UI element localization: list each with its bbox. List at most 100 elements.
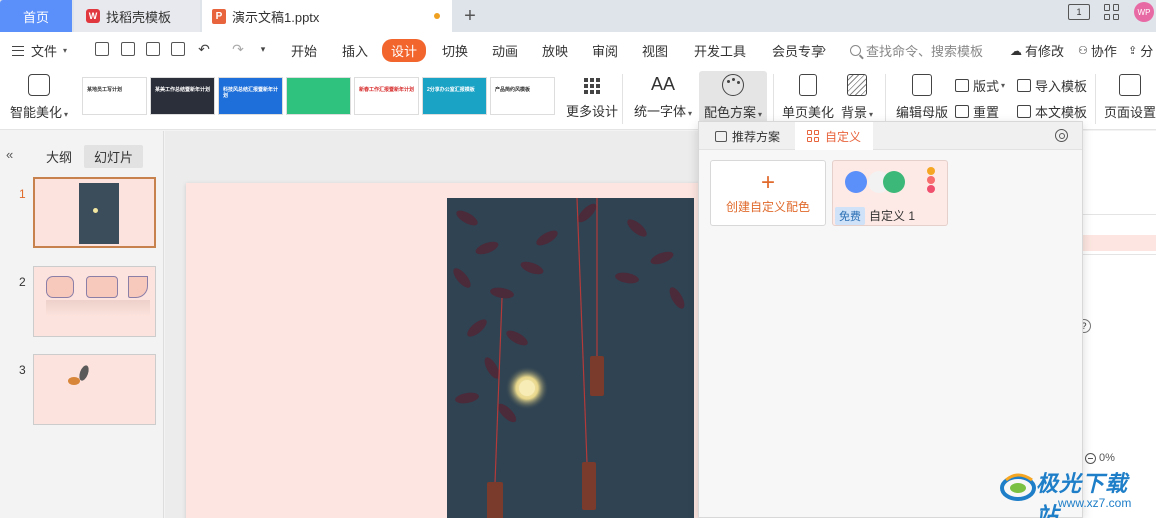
tab-transition[interactable]: 切换	[442, 41, 468, 60]
design-template-thumbnail[interactable]: 科技风总结汇报暨新年计划	[218, 77, 283, 115]
layout-button[interactable]: 版式 ▾	[955, 76, 1005, 95]
color-scheme-inner: 配色方案 ▾	[704, 74, 762, 121]
smart-beautify-button[interactable]: 智能美化 ▾	[10, 74, 68, 121]
save-icon[interactable]	[94, 41, 110, 57]
tab-slideshow[interactable]: 放映	[542, 41, 568, 60]
night-lantern-photo[interactable]	[447, 198, 694, 518]
template-title: 科技风总结汇报暨新年计划	[223, 87, 279, 99]
share-label: 分	[1140, 44, 1154, 59]
custom-scheme-card[interactable]: 免费 自定义 1	[832, 160, 948, 226]
watermark-url: www.xz7.com	[1058, 496, 1132, 510]
template-title: 某美工作总结暨新年计划	[155, 87, 211, 93]
aurora-logo-icon	[1000, 473, 1036, 501]
window-badge: 1	[1076, 7, 1082, 17]
undo-icon[interactable]: ↶	[196, 41, 212, 57]
page-beautify-button[interactable]: 单页美化	[782, 74, 834, 121]
cube-icon	[28, 74, 51, 96]
more-designs-button[interactable]: 更多设计	[566, 74, 618, 120]
chevron-down-icon: ▾	[63, 46, 68, 55]
zoom-out-icon[interactable]	[1085, 452, 1096, 464]
print-icon[interactable]	[145, 41, 161, 57]
design-template-thumbnail[interactable]	[286, 77, 351, 115]
menu-bar: 文件 ▾ ↶ ↷ ▾ 开始 插入 设计 切换 动画 放映 审阅 视图 开发工具 …	[0, 32, 1156, 68]
pane-highlight	[1083, 235, 1156, 251]
command-search[interactable]: 查找命令、搜索模板	[850, 41, 983, 60]
tab-custom-label: 自定义	[825, 129, 862, 144]
template-title: 某地员工写计划	[87, 87, 123, 93]
design-template-thumbnail[interactable]: 产品简约风模板	[490, 77, 555, 115]
modified-button[interactable]: ☁ 有修改	[1010, 41, 1064, 60]
tab-slides[interactable]: 幻灯片	[84, 145, 144, 168]
tab-design[interactable]: 设计	[382, 39, 427, 62]
page-setup-label: 页面设置	[1104, 105, 1156, 120]
new-tab-button[interactable]: +	[458, 0, 482, 32]
color-scheme-button[interactable]: 配色方案 ▾	[699, 71, 767, 127]
fish-image	[60, 363, 94, 393]
slide[interactable]	[186, 183, 706, 518]
window-layout-icon[interactable]: 1	[1068, 4, 1090, 20]
collab-button[interactable]: ⚇ 协作	[1078, 41, 1117, 60]
font-aa-icon: AA	[651, 74, 676, 94]
docer-logo-icon: W	[86, 9, 100, 23]
slide-thumbnail-2[interactable]	[33, 266, 156, 337]
slide-thumbnail-3[interactable]	[33, 354, 156, 425]
unsaved-indicator	[434, 13, 440, 19]
design-template-thumbnail[interactable]: 2分享办公室汇报模板	[422, 77, 487, 115]
tab-templates[interactable]: W 找稻壳模板	[74, 0, 200, 32]
avatar[interactable]: WP	[1134, 2, 1154, 22]
tab-view[interactable]: 视图	[642, 41, 668, 60]
divider	[773, 74, 774, 124]
reset-icon	[955, 105, 969, 118]
tab-outline[interactable]: 大纲	[36, 145, 82, 168]
tab-developer[interactable]: 开发工具	[694, 41, 746, 60]
export-icon[interactable]	[120, 41, 136, 57]
file-menu[interactable]: 文件 ▾	[12, 41, 67, 60]
template-title: 新春工作汇报暨新年计划	[359, 87, 415, 93]
tab-animation[interactable]: 动画	[492, 41, 518, 60]
background-icon	[847, 74, 868, 96]
tab-custom[interactable]: 自定义	[795, 122, 874, 150]
design-template-thumbnail[interactable]: 某地员工写计划	[82, 77, 147, 115]
hamburger-icon	[12, 45, 24, 56]
this-template-button[interactable]: 本文模板	[1017, 102, 1087, 121]
tab-member[interactable]: 会员专享	[772, 41, 824, 60]
file-menu-label: 文件	[31, 44, 58, 59]
slide-number: 2	[19, 275, 26, 289]
gear-icon[interactable]	[1055, 129, 1068, 142]
color-swatch	[927, 176, 935, 184]
share-button[interactable]: ⇪ 分	[1128, 41, 1153, 60]
redo-icon[interactable]: ↷	[230, 41, 246, 57]
tab-insert[interactable]: 插入	[342, 41, 368, 60]
create-custom-color-button[interactable]: + 创建自定义配色	[710, 160, 826, 226]
template-title: 2分享办公室汇报模板	[427, 87, 475, 93]
tab-document-label: 演示文稿1.pptx	[232, 9, 320, 25]
tab-home[interactable]: 首页	[0, 0, 72, 32]
slide-thumbnail-1[interactable]	[33, 177, 156, 248]
page-icon	[799, 74, 817, 96]
tab-review[interactable]: 审阅	[592, 41, 618, 60]
zoom-indicator[interactable]: 0%	[1085, 452, 1115, 464]
unify-font-label: 统一字体	[634, 104, 687, 119]
tab-start[interactable]: 开始	[291, 41, 317, 60]
plus-icon: +	[760, 168, 775, 196]
apps-grid-icon[interactable]	[1104, 4, 1120, 20]
thumbnail-photo	[79, 183, 119, 244]
page-beautify-label: 单页美化	[782, 105, 835, 120]
import-template-button[interactable]: 导入模板	[1017, 76, 1087, 95]
watermark: 极光下载站 www.xz7.com	[1000, 464, 1150, 518]
slide-number: 3	[19, 363, 26, 377]
tab-recommended[interactable]: 推荐方案	[703, 122, 792, 150]
tab-document[interactable]: P 演示文稿1.pptx	[202, 0, 452, 32]
unify-font-button[interactable]: AA 统一字体 ▾	[634, 74, 692, 120]
edit-master-button[interactable]: 编辑母版	[896, 74, 948, 121]
print-preview-icon[interactable]	[170, 41, 186, 57]
reset-button[interactable]: 重置	[955, 102, 999, 121]
design-template-thumbnail[interactable]: 新春工作汇报暨新年计划	[354, 77, 419, 115]
chevron-right-icon[interactable]: ›	[822, 42, 826, 56]
collapse-panel-icon[interactable]: «	[6, 147, 13, 162]
background-button[interactable]: 背景 ▾	[841, 74, 873, 121]
design-template-thumbnail[interactable]: 某美工作总结暨新年计划	[150, 77, 215, 115]
customize-quick-access-icon[interactable]: ▾	[255, 41, 271, 57]
reset-label: 重置	[973, 105, 1000, 120]
page-setup-button[interactable]: 页面设置	[1104, 74, 1156, 121]
